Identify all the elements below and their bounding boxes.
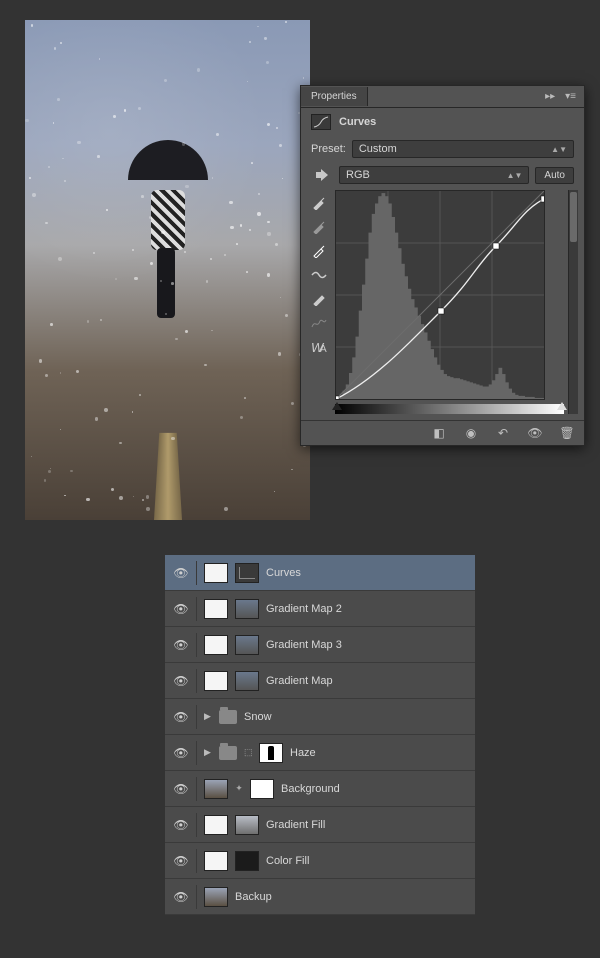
visibility-eye-icon[interactable]: 👁 [173, 889, 189, 905]
wrap-icon[interactable]: WA [309, 338, 329, 356]
smooth-curve-icon[interactable] [309, 266, 329, 284]
layer-row[interactable]: 👁 Curves [165, 555, 475, 591]
delete-icon[interactable]: 🗑 [558, 426, 576, 440]
layer-name-label[interactable]: Gradient Map [266, 675, 467, 687]
visibility-eye-icon[interactable]: 👁 [173, 745, 189, 761]
properties-tab[interactable]: Properties [301, 87, 368, 106]
folder-icon [219, 746, 237, 760]
panel-menu-icon[interactable]: ▾≡ [565, 91, 576, 102]
visibility-eye-icon[interactable]: 👁 [173, 853, 189, 869]
layer-row[interactable]: 👁 ✦ Background [165, 771, 475, 807]
preset-label: Preset: [311, 143, 346, 155]
layer-thumb[interactable] [204, 779, 228, 799]
reset-icon[interactable]: ↶ [494, 426, 512, 440]
visibility-eye-icon[interactable]: 👁 [173, 709, 189, 725]
auto-button[interactable]: Auto [535, 167, 574, 184]
mask-thumb[interactable] [259, 743, 283, 763]
mask-thumb[interactable] [204, 599, 228, 619]
layer-thumb[interactable] [235, 671, 259, 691]
curves-icon [311, 114, 331, 130]
toggle-visibility-icon[interactable]: 👁 [526, 426, 544, 440]
mask-thumb[interactable] [204, 635, 228, 655]
rail [154, 433, 182, 520]
layer-name-label[interactable]: Backup [235, 891, 467, 903]
panel-scrollbar[interactable] [568, 190, 578, 414]
folder-icon [219, 710, 237, 724]
layer-row[interactable]: 👁 Backup [165, 879, 475, 915]
layer-row[interactable]: 👁 ▶ ⬚ Haze [165, 735, 475, 771]
adjustment-title: Curves [339, 116, 376, 128]
mask-thumb[interactable] [204, 815, 228, 835]
layer-name-label[interactable]: Snow [244, 711, 467, 723]
preset-value: Custom [359, 143, 397, 155]
layer-thumb[interactable] [235, 815, 259, 835]
layer-name-label[interactable]: Color Fill [266, 855, 467, 867]
link-icon[interactable]: ⬚ [244, 747, 252, 758]
curves-graph[interactable] [335, 190, 545, 400]
canvas-preview [25, 20, 310, 520]
mask-thumb[interactable] [204, 563, 228, 583]
panel-footer: ◧ ◉ ↶ 👁 🗑 [301, 420, 584, 445]
visibility-eye-icon[interactable]: 👁 [173, 673, 189, 689]
layer-thumb[interactable] [235, 599, 259, 619]
layer-row[interactable]: 👁 ▶ Snow [165, 699, 475, 735]
channel-dropdown[interactable]: RGB ▲▼ [339, 166, 529, 184]
layer-name-label[interactable]: Gradient Fill [266, 819, 467, 831]
targeted-adjust-icon[interactable] [311, 166, 333, 184]
free-curve-icon[interactable] [309, 314, 329, 332]
output-gradient[interactable] [335, 404, 564, 414]
disclosure-icon[interactable]: ▶ [204, 711, 212, 722]
eyedropper-black-icon[interactable] [309, 194, 329, 212]
dropdown-arrows-icon: ▲▼ [551, 145, 567, 154]
eyedropper-white-icon[interactable] [309, 242, 329, 260]
figure [133, 170, 203, 330]
panel-tabbar: Properties ▸▸ ▾≡ [301, 86, 584, 108]
layer-name-label[interactable]: Background [281, 783, 467, 795]
layer-thumb[interactable] [204, 887, 228, 907]
dropdown-arrows-icon: ▲▼ [507, 171, 523, 180]
layer-row[interactable]: 👁 Gradient Map [165, 663, 475, 699]
svg-text:A: A [320, 344, 327, 354]
mask-thumb[interactable] [250, 779, 274, 799]
clip-to-layer-icon[interactable]: ◧ [430, 426, 448, 440]
link-icon[interactable]: ✦ [235, 783, 243, 794]
layer-thumb[interactable] [235, 563, 259, 583]
view-previous-icon[interactable]: ◉ [462, 426, 480, 440]
layer-row[interactable]: 👁 Color Fill [165, 843, 475, 879]
layer-name-label[interactable]: Gradient Map 3 [266, 639, 467, 651]
layer-name-label[interactable]: Haze [290, 747, 467, 759]
layer-thumb[interactable] [235, 851, 259, 871]
disclosure-icon[interactable]: ▶ [204, 747, 212, 758]
layer-row[interactable]: 👁 Gradient Map 3 [165, 627, 475, 663]
layer-row[interactable]: 👁 Gradient Map 2 [165, 591, 475, 627]
curves-tool-column: WA [307, 190, 331, 414]
collapse-icon[interactable]: ▸▸ [545, 91, 555, 102]
layer-name-label[interactable]: Gradient Map 2 [266, 603, 467, 615]
properties-panel: Properties ▸▸ ▾≡ Curves Preset: Custom ▲… [300, 85, 585, 446]
pencil-icon[interactable] [309, 290, 329, 308]
channel-value: RGB [346, 169, 370, 181]
visibility-eye-icon[interactable]: 👁 [173, 601, 189, 617]
visibility-eye-icon[interactable]: 👁 [173, 781, 189, 797]
visibility-eye-icon[interactable]: 👁 [173, 817, 189, 833]
visibility-eye-icon[interactable]: 👁 [173, 565, 189, 581]
preset-dropdown[interactable]: Custom ▲▼ [352, 140, 574, 158]
mask-thumb[interactable] [204, 671, 228, 691]
layers-panel: 👁 Curves 👁 Gradient Map 2 👁 Gradient Map 3 👁 Gr… [165, 555, 475, 915]
adjustment-header: Curves [301, 108, 584, 136]
visibility-eye-icon[interactable]: 👁 [173, 637, 189, 653]
eyedropper-gray-icon[interactable] [309, 218, 329, 236]
layer-name-label[interactable]: Curves [266, 567, 467, 579]
layer-thumb[interactable] [235, 635, 259, 655]
mask-thumb[interactable] [204, 851, 228, 871]
layer-row[interactable]: 👁 Gradient Fill [165, 807, 475, 843]
